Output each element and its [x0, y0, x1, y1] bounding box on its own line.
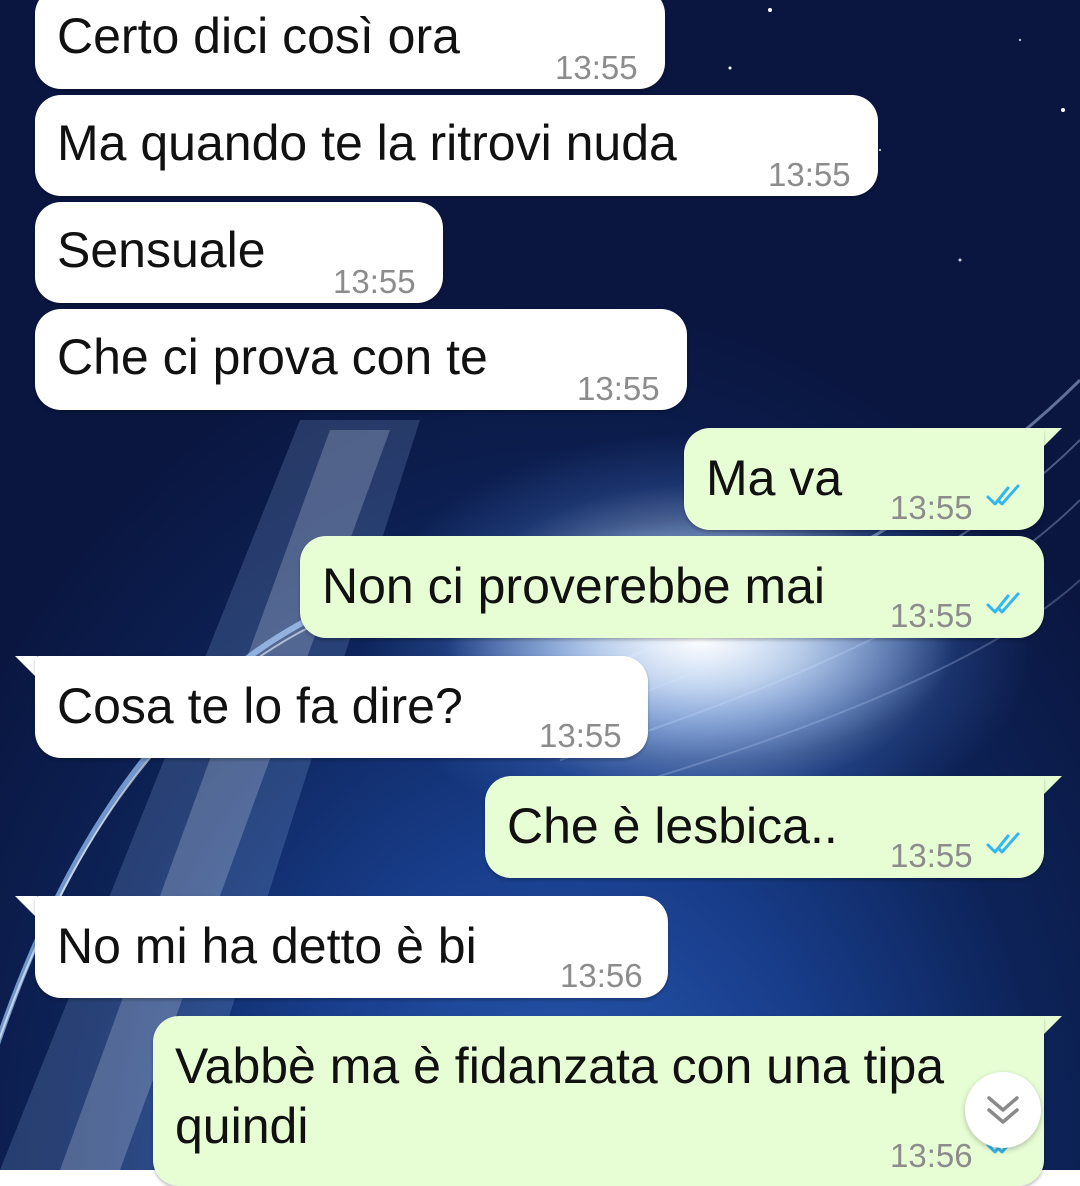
message-bubble-outgoing[interactable]: Vabbè ma è fidanzata con una tipa quindi…	[153, 1016, 1044, 1186]
message-text: Che è lesbica..	[507, 798, 838, 854]
message-text: Ma va	[706, 450, 843, 506]
bubble-tail	[15, 656, 37, 678]
message-text: No mi ha detto è bi	[57, 918, 477, 974]
double-check-icon	[986, 832, 1020, 854]
message-text: Che ci prova con te	[57, 329, 488, 385]
message-bubble-incoming[interactable]: Sensuale 13:55	[35, 202, 443, 303]
message-bubble-outgoing[interactable]: Non ci proverebbe mai 13:55	[300, 536, 1044, 638]
message-bubble-incoming[interactable]: Ma quando te la ritrovi nuda 13:55	[35, 95, 878, 196]
message-text: Non ci proverebbe mai	[322, 558, 826, 614]
message-timestamp: 13:55	[577, 370, 660, 407]
message-text: Sensuale	[57, 222, 266, 278]
message-timestamp: 13:56	[560, 957, 643, 994]
message-text-line-2: quindi	[175, 1098, 309, 1154]
message-timestamp: 13:55	[890, 597, 973, 634]
message-bubble-incoming[interactable]: Certo dici così ora 13:55	[35, 0, 665, 89]
message-bubble-incoming[interactable]: Cosa te lo fa dire? 13:55	[35, 656, 648, 758]
message-timestamp: 13:55	[890, 489, 973, 526]
double-check-icon	[986, 592, 1020, 614]
message-bubble-incoming[interactable]: Che ci prova con te 13:55	[35, 309, 687, 410]
message-bubble-outgoing[interactable]: Ma va 13:55	[684, 428, 1044, 530]
message-timestamp: 13:55	[539, 717, 622, 754]
message-text: Ma quando te la ritrovi nuda	[57, 115, 677, 171]
message-timestamp: 13:55	[333, 263, 416, 300]
message-timestamp: 13:55	[555, 49, 638, 86]
bubble-tail	[15, 896, 37, 918]
message-list[interactable]: Certo dici così ora 13:55 Ma quando te l…	[0, 0, 1080, 1186]
message-text: Cosa te lo fa dire?	[57, 678, 463, 734]
message-timestamp: 13:55	[890, 837, 973, 874]
message-text: Certo dici così ora	[57, 8, 460, 64]
message-timestamp: 13:55	[768, 156, 851, 193]
message-bubble-outgoing[interactable]: Che è lesbica.. 13:55	[485, 776, 1044, 878]
message-timestamp: 13:56	[890, 1137, 973, 1174]
double-check-icon	[986, 484, 1020, 506]
message-bubble-incoming[interactable]: No mi ha detto è bi 13:56	[35, 896, 668, 998]
message-text-line-1: Vabbè ma è fidanzata con una tipa	[175, 1038, 945, 1094]
double-chevron-down-icon	[987, 1096, 1019, 1124]
scroll-to-bottom-button[interactable]	[965, 1072, 1041, 1148]
